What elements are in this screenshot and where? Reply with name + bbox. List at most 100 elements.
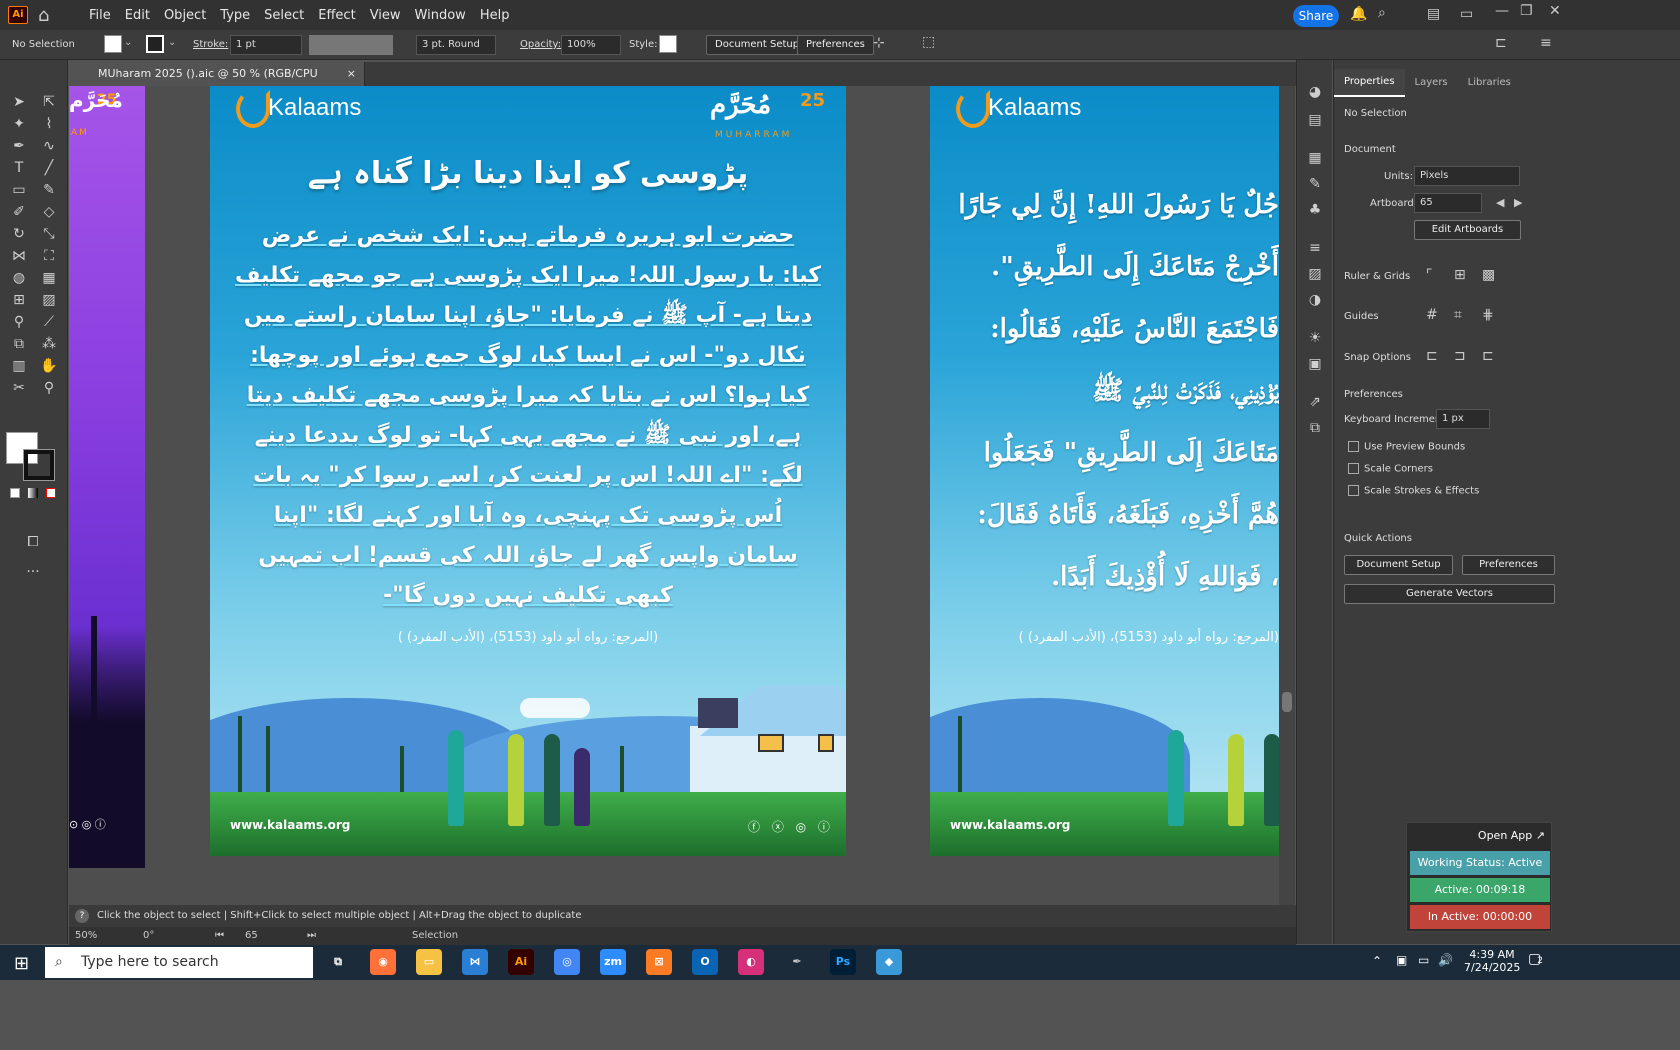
opacity-field[interactable]: 100%: [561, 35, 621, 55]
swatches-icon[interactable]: ▦: [1304, 148, 1326, 168]
home-icon[interactable]: ⌂: [38, 5, 49, 26]
creative-cloud-icon[interactable]: ◐: [738, 949, 764, 975]
smart-guides-icon[interactable]: ⋕: [1482, 307, 1494, 323]
first-artboard-icon[interactable]: ⏮: [215, 930, 224, 941]
more-tools-icon[interactable]: ···: [22, 562, 44, 582]
transparency-grid-icon[interactable]: ▩: [1482, 267, 1495, 283]
chrome-icon[interactable]: ◎: [554, 949, 580, 975]
windows-start-icon[interactable]: ⊞: [14, 953, 29, 974]
edit-artboards-button[interactable]: Edit Artboards: [1414, 220, 1521, 240]
symbols-icon[interactable]: ♣: [1304, 200, 1326, 220]
prev-artboard-icon[interactable]: ◀: [1496, 196, 1504, 209]
variable-width-profile[interactable]: [309, 35, 393, 55]
next-artboard-icon[interactable]: ▶: [1514, 196, 1522, 209]
curvature-tool-icon[interactable]: ∿: [38, 136, 60, 156]
help-icon[interactable]: ?: [75, 909, 89, 923]
scale-corners-checkbox[interactable]: Scale Corners: [1348, 463, 1433, 475]
rulers-icon[interactable]: ⌜: [1426, 267, 1433, 283]
volume-icon[interactable]: 🔊: [1438, 953, 1453, 967]
type-tool-icon[interactable]: T: [8, 158, 30, 178]
shape-builder-tool-icon[interactable]: ◍: [8, 268, 30, 288]
libraries-icon[interactable]: ▤: [1304, 110, 1326, 130]
artboard-tool-icon[interactable]: ✂: [8, 378, 30, 398]
measure-tool-icon[interactable]: ⟋: [38, 312, 60, 332]
artboard-number[interactable]: 65: [245, 930, 258, 941]
preferences-button[interactable]: Preferences: [797, 35, 874, 55]
last-artboard-icon[interactable]: ⏭: [307, 930, 316, 941]
rotate-tool-icon[interactable]: ↻: [8, 224, 30, 244]
minimize-icon[interactable]: —: [1495, 3, 1509, 19]
selection-tool-icon[interactable]: ➤: [8, 92, 30, 112]
eyedropper-tool-icon[interactable]: ⚲: [8, 312, 30, 332]
workspace-icon[interactable]: ▤: [1427, 6, 1440, 22]
task-view-icon[interactable]: ⧉: [325, 949, 351, 975]
brushes-icon[interactable]: ✎: [1304, 174, 1326, 194]
blend-tool-icon[interactable]: ⧉: [8, 334, 30, 354]
menu-file[interactable]: File: [82, 8, 118, 23]
gradient-tool-icon[interactable]: ▨: [38, 290, 60, 310]
keyboard-increment-field[interactable]: 1 px: [1436, 409, 1490, 429]
pen-app-icon[interactable]: ✒: [784, 949, 810, 975]
grid-icon[interactable]: ⊞: [1454, 267, 1466, 283]
none-mode-icon[interactable]: [46, 488, 56, 498]
share-button[interactable]: Share: [1293, 5, 1339, 27]
shaper-tool-icon[interactable]: ✐: [8, 202, 30, 222]
direct-selection-tool-icon[interactable]: ⇱: [38, 92, 60, 112]
line-tool-icon[interactable]: ╱: [38, 158, 60, 178]
close-tab-icon[interactable]: ×: [347, 62, 356, 86]
stroke-panel-icon[interactable]: ≡: [1304, 238, 1326, 258]
stroke-color-box[interactable]: [23, 449, 55, 481]
graphic-styles-icon[interactable]: ▣: [1304, 354, 1326, 374]
eraser-tool-icon[interactable]: ◇: [38, 202, 60, 222]
taskbar-search[interactable]: ⌕ Type here to search: [45, 947, 313, 978]
artboard-right[interactable]: Kalaams جُلٌ يَا رَسُولَ اللهِ! إِنَّ لِ…: [930, 86, 1279, 856]
menu-type[interactable]: Type: [213, 8, 257, 23]
network-icon[interactable]: ▭: [1418, 953, 1429, 967]
search-icon[interactable]: ⌕: [1378, 5, 1386, 21]
tray-app-icon[interactable]: ▣: [1396, 953, 1407, 967]
photoshop-icon[interactable]: Ps: [830, 949, 856, 975]
tray-chevron-icon[interactable]: ⌃: [1372, 954, 1382, 968]
tab-libraries[interactable]: Libraries: [1458, 70, 1521, 96]
panel-layout-icon[interactable]: ⊏: [1495, 35, 1507, 51]
snap-pixel-icon[interactable]: ⊏: [1482, 348, 1494, 364]
width-tool-icon[interactable]: ⋈: [8, 246, 30, 266]
gradient-panel-icon[interactable]: ▨: [1304, 264, 1326, 284]
notification-icon[interactable]: ▢2: [1528, 951, 1543, 967]
stroke-label[interactable]: Stroke:: [193, 39, 228, 50]
recolor-icon[interactable]: ⬚: [922, 34, 935, 50]
brush-definition[interactable]: 3 pt. Round: [416, 35, 496, 55]
illustrator-icon[interactable]: Ai: [508, 949, 534, 975]
menu-window[interactable]: Window: [408, 8, 473, 23]
preferences-button[interactable]: Preferences: [1462, 555, 1555, 575]
snap-grid-icon[interactable]: ⊐: [1454, 348, 1466, 364]
guides-icon[interactable]: #: [1426, 307, 1438, 323]
align-icon[interactable]: ⊹: [873, 35, 885, 51]
rectangle-tool-icon[interactable]: ▭: [8, 180, 30, 200]
menu-object[interactable]: Object: [157, 8, 213, 23]
scroll-thumb[interactable]: [1282, 692, 1292, 712]
open-app-link[interactable]: Open App ↗: [1478, 829, 1545, 842]
magic-wand-tool-icon[interactable]: ✦: [8, 114, 30, 134]
menu-effect[interactable]: Effect: [311, 8, 362, 23]
tab-properties[interactable]: Properties: [1334, 69, 1405, 97]
restore-icon[interactable]: ❐: [1520, 3, 1533, 19]
zoom-tool-icon[interactable]: ⚲: [38, 378, 60, 398]
outlook-icon[interactable]: O: [692, 949, 718, 975]
opacity-label[interactable]: Opacity:: [520, 39, 561, 50]
document-setup-button[interactable]: Document Setup: [706, 35, 809, 55]
style-swatch[interactable]: [659, 35, 677, 53]
vscode-icon[interactable]: ⋈: [462, 949, 488, 975]
chevron-down-icon[interactable]: ⌄: [168, 37, 176, 48]
color-mode-icon[interactable]: [10, 488, 20, 498]
vertical-scrollbar[interactable]: [1279, 86, 1295, 912]
document-setup-button[interactable]: Document Setup: [1344, 555, 1453, 575]
menu-help[interactable]: Help: [473, 8, 517, 23]
artboard-dropdown[interactable]: 65: [1414, 193, 1482, 213]
mesh-tool-icon[interactable]: ⊞: [8, 290, 30, 310]
gradient-mode-icon[interactable]: [28, 488, 38, 498]
artboard-main[interactable]: Kalaams 25 مُحَرَّم MUHARRAM پڑوسی کو ای…: [210, 86, 846, 856]
stroke-swatch[interactable]: [146, 35, 164, 53]
chevron-down-icon[interactable]: ⌄: [124, 37, 132, 48]
pen-tool-icon[interactable]: ✒: [8, 136, 30, 156]
